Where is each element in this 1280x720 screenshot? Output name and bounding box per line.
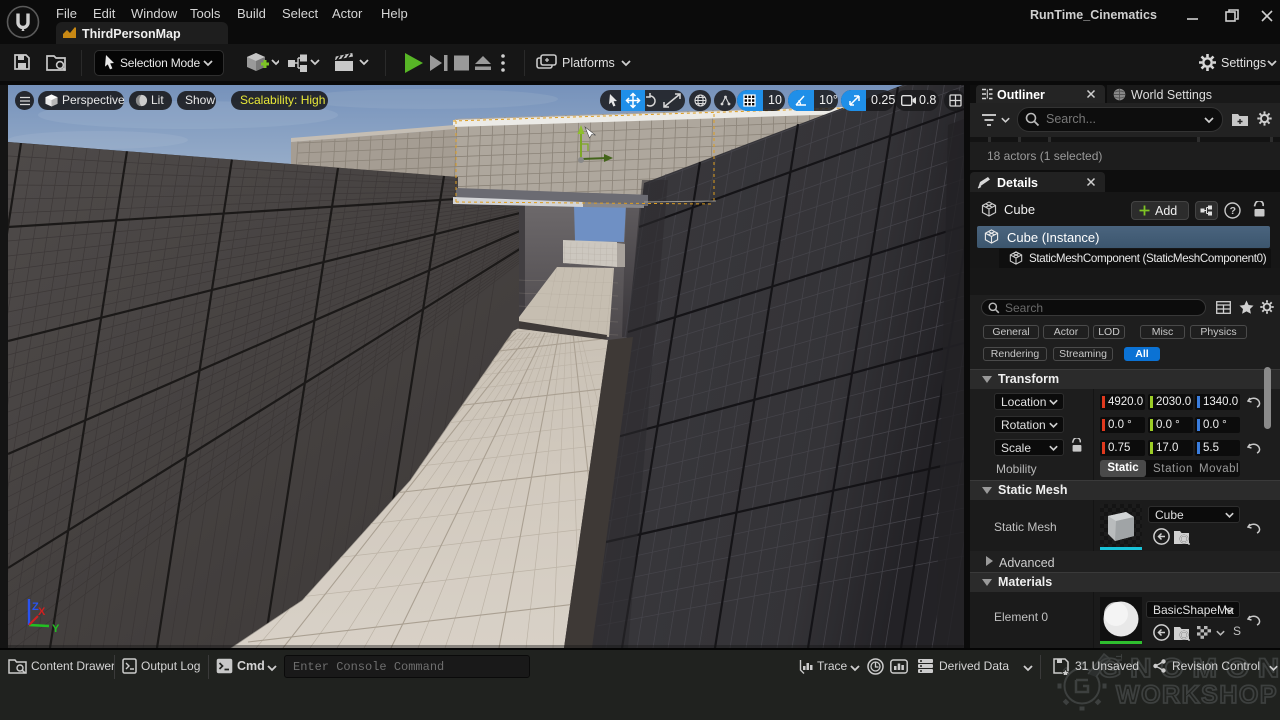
svg-text:Y: Y — [52, 623, 60, 635]
svg-text:WORKSHOP: WORKSHOP — [1116, 681, 1278, 709]
svg-text:X: X — [38, 606, 46, 618]
svg-text:?: ? — [1230, 205, 1236, 217]
